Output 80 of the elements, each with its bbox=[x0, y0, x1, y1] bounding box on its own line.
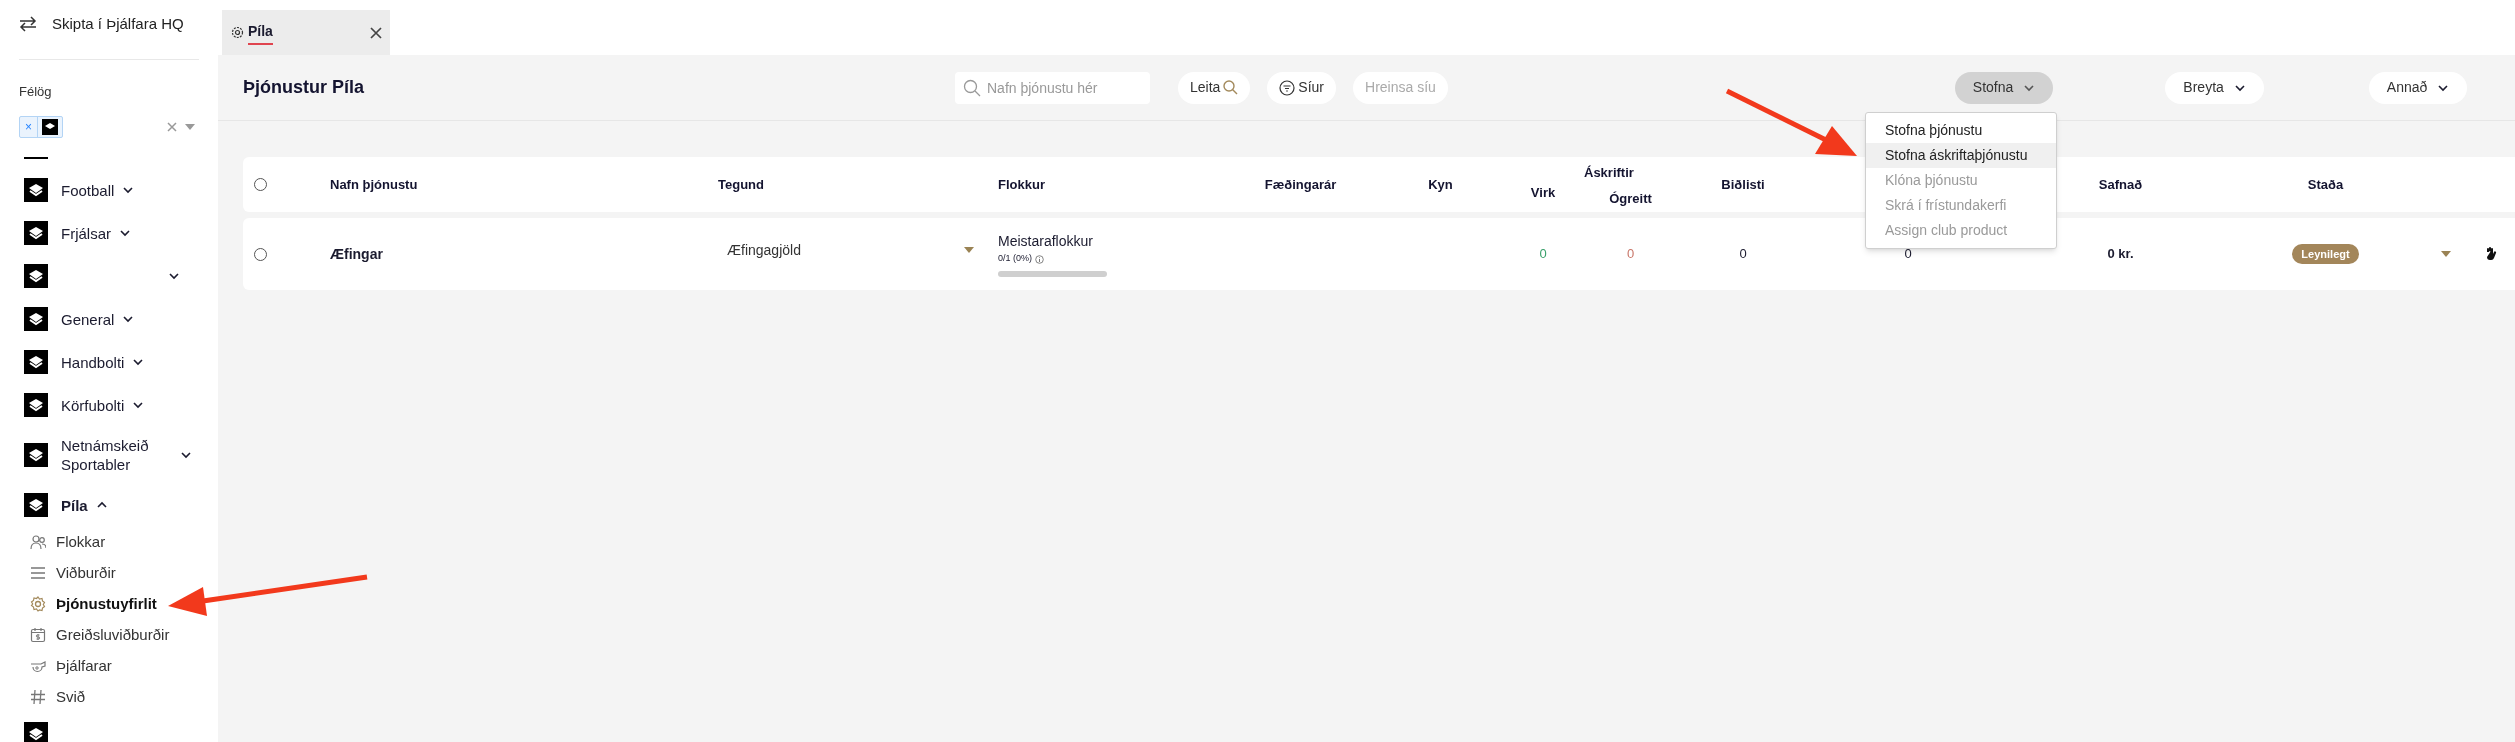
table-cell-text: 0 bbox=[1539, 245, 1547, 264]
logo-icon bbox=[24, 264, 48, 288]
switch-link[interactable]: Skipta í Þjálfara HQ bbox=[52, 12, 184, 36]
status-badge: Leynilegt bbox=[2292, 243, 2359, 265]
logo-icon bbox=[24, 307, 48, 331]
column-header: Staða bbox=[2307, 175, 2344, 194]
sidebar-subitem[interactable]: Þjónustuyfirlit bbox=[24, 588, 208, 620]
count-label: 0/1 (0%) bbox=[998, 252, 1032, 266]
column-header: Flokkur bbox=[998, 175, 1046, 194]
page-title: Þjónustur Píla bbox=[243, 76, 366, 99]
menu-button[interactable]: Stofna bbox=[1954, 71, 2054, 104]
gear-icon bbox=[30, 596, 46, 612]
search-button[interactable]: Leita bbox=[1178, 71, 1251, 104]
sidebar-subitem[interactable]: Flokkar bbox=[24, 526, 208, 558]
filter-button[interactable]: Síur bbox=[1267, 71, 1337, 104]
info-icon bbox=[1035, 254, 1044, 264]
column-header: Safnað bbox=[2098, 175, 2143, 194]
section-label: Félög bbox=[18, 83, 53, 101]
sidebar-subitem[interactable]: Greiðsluviðburðir bbox=[24, 619, 208, 651]
column-header: Áskriftir bbox=[1584, 164, 1634, 182]
sidebar-subitem[interactable]: Viðburðir bbox=[24, 557, 208, 589]
sidebar-item[interactable]: General bbox=[24, 297, 208, 341]
column-header: Nafn þjónustu bbox=[330, 175, 419, 194]
clear-icon bbox=[167, 121, 177, 132]
chevron-down-icon bbox=[168, 270, 180, 282]
hash-icon bbox=[30, 689, 46, 705]
caret-icon bbox=[185, 123, 195, 130]
column-header: Kyn bbox=[1428, 175, 1453, 194]
type-select[interactable]: Æfingagjöld bbox=[718, 239, 998, 261]
logo-icon bbox=[42, 118, 58, 135]
sidebar-item[interactable]: Píla bbox=[24, 483, 208, 527]
logo-icon bbox=[24, 493, 48, 517]
chevron-down-icon bbox=[132, 356, 145, 368]
logo-icon bbox=[24, 443, 48, 467]
table-cell-text: Æfingar bbox=[330, 244, 384, 264]
sidebar-subitem[interactable]: Þjálfarar bbox=[24, 650, 208, 682]
menu-button[interactable]: Breyta bbox=[2165, 71, 2264, 104]
whistle-icon bbox=[30, 658, 46, 674]
people-icon bbox=[30, 534, 46, 550]
sidebar-subitem[interactable]: Svið bbox=[24, 681, 208, 713]
chevron-down-icon bbox=[122, 313, 135, 325]
search-field[interactable]: Nafn þjónustu hér bbox=[955, 71, 1150, 104]
column-header: Tegund bbox=[718, 175, 765, 194]
list-icon bbox=[30, 565, 46, 581]
caret-icon bbox=[964, 247, 974, 253]
logo-icon bbox=[24, 221, 48, 245]
close-icon bbox=[370, 26, 382, 39]
column-header: Ógreitt bbox=[1609, 189, 1652, 208]
sidebar-item[interactable]: Handbolti bbox=[24, 340, 208, 384]
menu-item[interactable]: Stofna þjónustu bbox=[1866, 118, 2056, 143]
tab[interactable]: Píla bbox=[222, 10, 390, 55]
logo-icon bbox=[24, 178, 48, 202]
chevron-down-icon bbox=[180, 449, 192, 461]
logo-icon bbox=[24, 350, 48, 374]
caret-icon bbox=[2440, 251, 2451, 257]
select-all-radio[interactable] bbox=[254, 178, 267, 191]
filter-icon bbox=[1279, 79, 1296, 96]
chevron-down-icon bbox=[122, 184, 135, 196]
menu-button[interactable]: Annað bbox=[2368, 71, 2468, 104]
column-header: Fæðingarár bbox=[1264, 175, 1337, 194]
menu-item[interactable]: Stofna áskriftaþjónustu bbox=[1866, 143, 2056, 168]
row-radio[interactable] bbox=[254, 247, 267, 261]
table-cell-text: 0 bbox=[1904, 245, 1912, 264]
column-header: Biðlisti bbox=[1721, 175, 1765, 194]
sidebar-item[interactable]: Frjálsar bbox=[24, 211, 208, 255]
sidebar-item[interactable]: Körfubolti bbox=[24, 383, 208, 427]
switch-icon bbox=[18, 16, 38, 32]
logo-icon bbox=[24, 393, 48, 417]
gear-icon bbox=[231, 26, 244, 39]
chevron-down-icon bbox=[119, 227, 131, 239]
column-header: Virk bbox=[1530, 183, 1556, 202]
table-cell-text: 0 bbox=[1626, 245, 1635, 264]
search-icon bbox=[1223, 80, 1239, 95]
table-cell-text: 0 bbox=[1739, 245, 1747, 264]
table-cell-text: Meistaraflokkur bbox=[998, 232, 1094, 252]
sidebar-item[interactable]: Football bbox=[24, 168, 208, 212]
sidebar-item[interactable]: Netnámskeið Sportabler bbox=[24, 426, 208, 484]
calendar-icon bbox=[30, 627, 46, 643]
table-cell-text: 0 kr. bbox=[2107, 245, 2134, 264]
chevron-down-icon bbox=[132, 399, 145, 411]
